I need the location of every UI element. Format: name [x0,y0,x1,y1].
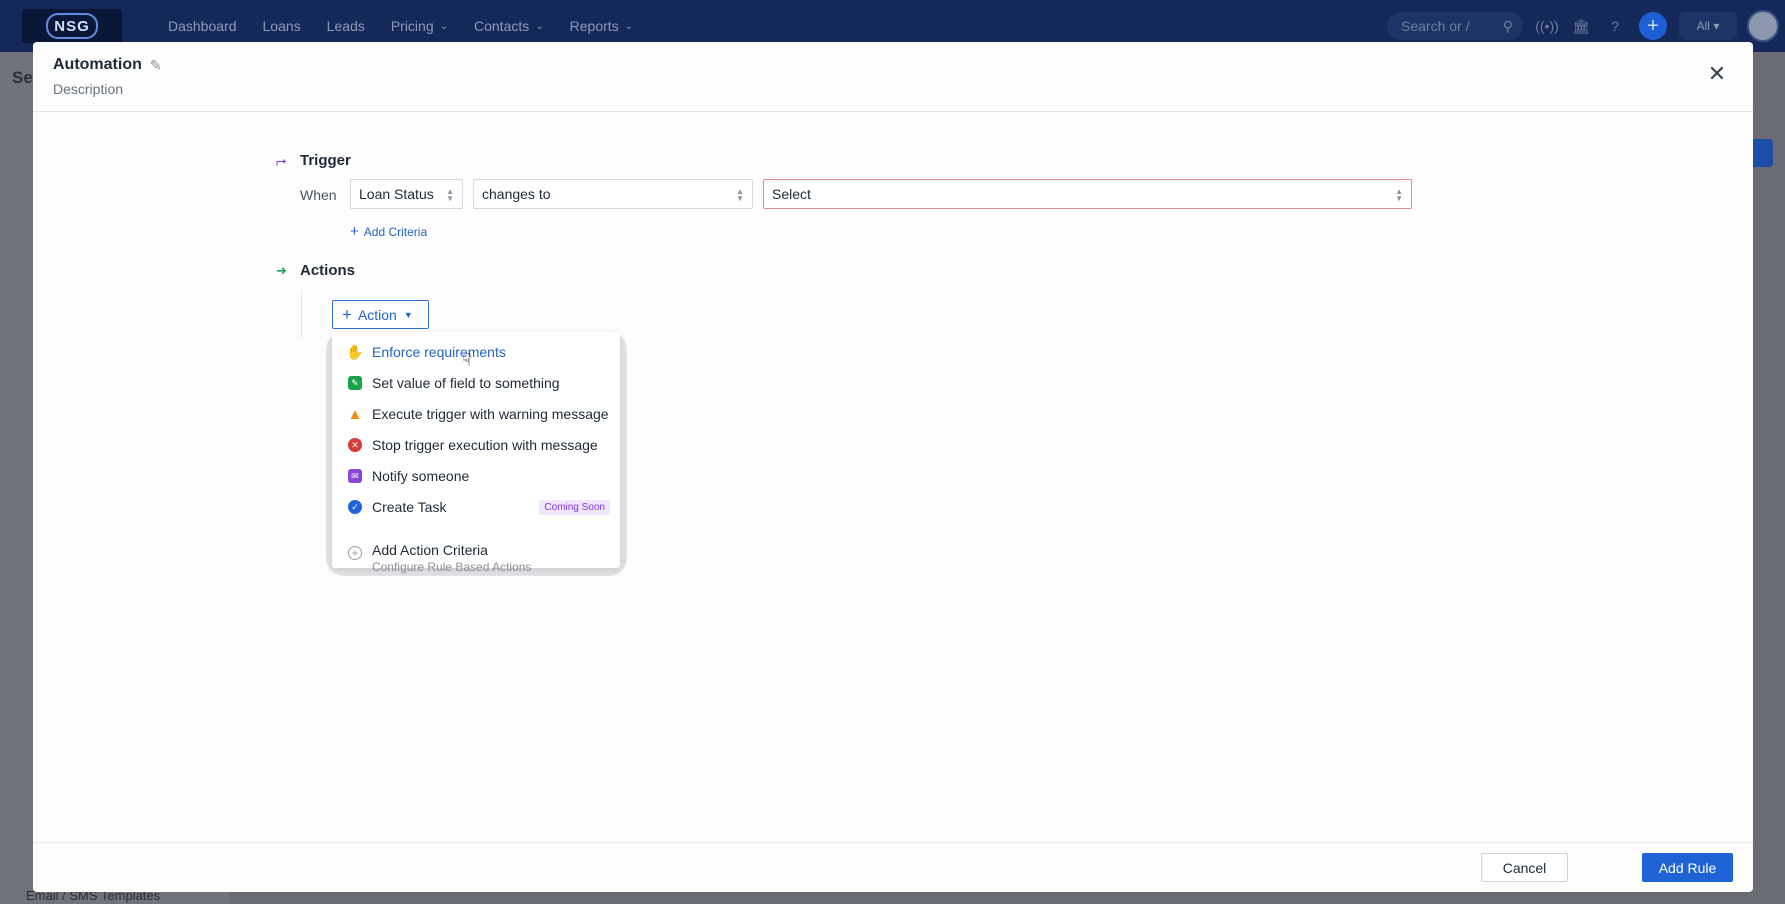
nav-item-label: Loans [262,18,301,34]
chevron-down-icon: ⌄ [535,20,544,32]
cancel-button[interactable]: Cancel [1481,853,1568,882]
modal-description[interactable]: Description [53,81,123,97]
plus-circle-icon: + [348,546,362,560]
bank-icon[interactable]: 🏛 [1571,16,1591,36]
trigger-field-select[interactable]: Loan Status ▲ ▼ [350,179,463,209]
select-arrows-icon: ▲ ▼ [1395,187,1403,203]
nav-item-contacts[interactable]: Contacts ⌄ [474,18,544,34]
hand-icon: ✋ [346,343,364,360]
modal-header: Automation ✎ Description ✕ [33,42,1753,112]
menu-item-label: Create Task [372,499,447,515]
plus-icon: + [342,304,352,324]
pointer-cursor-icon: ☟ [462,352,472,369]
check-circle-icon: ✓ [348,500,362,514]
nav-item-pricing[interactable]: Pricing ⌄ [391,18,448,34]
trigger-value-select[interactable]: Select ▲ ▼ [763,179,1412,209]
nav-item-label: Pricing [390,18,434,34]
caret-down-icon: ▼ [403,309,413,320]
menu-item-label: Enforce requirements [372,344,506,360]
nav-item-label: Contacts [474,18,530,34]
automation-rule-modal: Automation ✎ Description ✕ ⮣ Trigger Whe… [33,42,1753,892]
menu-item-label: Set value of field to something [372,375,560,391]
coming-soon-badge: Coming Soon [539,499,610,515]
menu-item-label: Execute trigger with warning message [372,406,609,422]
global-search-input[interactable]: Search or / ⚲ [1387,12,1523,40]
menu-item-stop-execution[interactable]: ✕ Stop trigger execution with message [348,437,610,453]
lightning-icon: ⮣ [276,152,287,168]
add-rule-button[interactable]: Add Rule [1642,853,1733,882]
add-action-button[interactable]: + Action ▼ [332,300,429,329]
action-button-label: Action [357,306,397,323]
search-icon: ⚲ [1502,17,1513,34]
scope-label: All [1696,19,1710,33]
nav-item-label: Reports [569,18,619,34]
broadcast-icon[interactable]: ((•)) [1535,16,1559,36]
nav-item-leads[interactable]: Leads [327,18,365,34]
plus-icon: + [350,223,359,240]
user-avatar[interactable] [1747,10,1779,42]
edit-pencil-icon[interactable]: ✎ [150,57,162,74]
modal-footer: Cancel Add Rule [33,842,1753,892]
chevron-down-icon: ⌄ [439,20,448,32]
scope-selector[interactable]: All ▾ [1679,12,1737,40]
menu-item-create-task[interactable]: ✓ Create Task Coming Soon [348,499,610,515]
modal-title-text: Automation [53,56,142,73]
actions-heading: Actions [300,262,356,279]
actions-section-header: ➜ Actions [276,262,355,279]
warning-icon: ▲ [347,405,363,423]
criteria-subtitle: Configure Rule Based Actions [372,560,532,574]
trigger-operator-select[interactable]: changes to ▲ ▼ [473,179,753,209]
menu-item-add-action-criteria[interactable]: + Add Action Criteria Configure Rule Bas… [348,542,531,574]
nav-item-reports[interactable]: Reports ⌄ [570,18,633,34]
trigger-heading: Trigger [300,152,351,169]
create-new-button[interactable]: + [1639,12,1667,40]
menu-item-label: Notify someone [372,468,470,484]
help-icon[interactable]: ? [1605,16,1625,36]
add-criteria-label: Add Criteria [363,224,428,239]
menu-item-notify-someone[interactable]: ✉ Notify someone [348,468,610,484]
action-menu: ✋ Enforce requirements ✎ Set value of fi… [332,332,620,574]
search-placeholder: Search or / [1401,18,1470,34]
mail-icon: ✉ [348,469,362,483]
select-arrows-icon: ▲ ▼ [446,187,454,203]
trigger-section-header: ⮣ Trigger [276,152,351,169]
logo-mark: NSG [46,13,98,39]
stop-icon: ✕ [348,438,362,452]
actions-divider [301,290,302,338]
brand-logo[interactable]: NSG [22,9,122,43]
trigger-field-value: Loan Status [359,186,434,202]
menu-item-set-field-value[interactable]: ✎ Set value of field to something [348,375,610,391]
background-page-title: Se [12,68,33,87]
arrow-right-icon: ➜ [276,262,287,278]
criteria-title: Add Action Criteria [372,542,488,558]
chevron-down-icon: ⌄ [624,20,634,32]
close-icon[interactable]: ✕ [1707,63,1727,85]
select-arrows-icon: ▲ ▼ [736,187,744,203]
when-label: When [300,187,337,203]
menu-item-label: Stop trigger execution with message [372,437,598,453]
menu-item-enforce-requirements[interactable]: ✋ Enforce requirements [346,343,610,361]
nav-item-dashboard[interactable]: Dashboard [168,18,237,34]
trigger-value-placeholder: Select [772,186,811,202]
nav-item-label: Leads [326,18,365,34]
nav-item-loans[interactable]: Loans [263,18,301,34]
modal-title: Automation ✎ [53,56,162,74]
trigger-operator-value: changes to [482,186,551,202]
menu-item-warning-message[interactable]: ▲ Execute trigger with warning message [347,405,610,423]
add-criteria-link[interactable]: + Add Criteria [350,223,427,240]
set-field-icon: ✎ [348,376,362,390]
nav-item-label: Dashboard [168,18,237,34]
